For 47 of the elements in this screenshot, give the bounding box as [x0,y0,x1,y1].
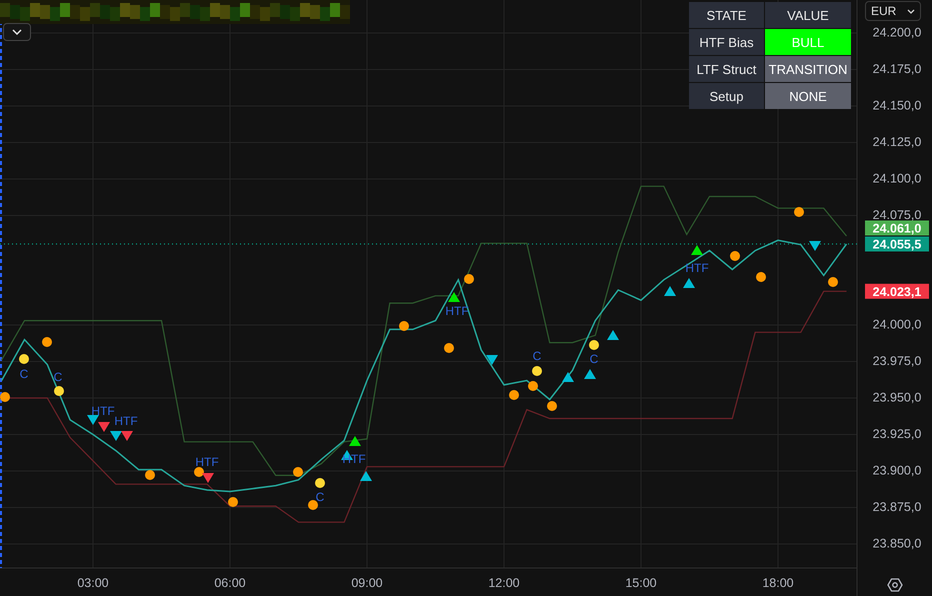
price-label: 24.125,0 [872,135,922,149]
marker-label: C [532,349,542,363]
time-label: 06:00 [214,576,246,590]
collapse-button[interactable] [3,23,31,41]
price-label: 24.100,0 [872,172,922,186]
chevron-icon [907,8,915,14]
time-label: 03:00 [77,576,109,590]
settings-icon[interactable] [887,577,903,593]
price-label: 24.000,0 [872,318,922,332]
table-cell: HTF Bias [689,29,764,55]
price-label: 23.950,0 [872,390,922,405]
chevron-icon [12,29,22,35]
value-cell: TRANSITION [765,56,851,82]
price-label: 23.850,0 [872,536,922,551]
marker-label: C [316,490,324,504]
price-label: 23.900,0 [872,464,922,478]
marker-label: HTF [342,452,366,466]
column-header: STATE [689,2,764,28]
price-tag: 24.061,0 [865,220,929,236]
marker-label: HTF [195,455,219,469]
time-label: 09:00 [351,576,383,590]
marker-label: HTF [114,414,138,428]
time-label: 18:00 [762,576,794,590]
marker-label: HTF [685,261,709,275]
value-cell: NONE [765,83,851,109]
price-label: 23.925,0 [872,427,922,442]
price-label: 24.150,0 [872,98,922,112]
price-tag: 24.055,5 [865,236,929,252]
marker-label: C [54,370,62,384]
marker-label: HTF [445,304,469,318]
time-label: 15:00 [625,576,657,590]
ref-line-label: 24.055,5 [872,237,922,252]
price-label: 23.875,0 [872,500,922,514]
price-label: 23.975,0 [872,354,922,368]
table-cell: LTF Struct [689,56,764,82]
price-label: 24.200,0 [872,26,922,40]
marker-label: C [20,367,28,381]
marker-label: C [590,352,598,366]
price-label: 24.075,0 [872,208,922,222]
price-tag: 24.023,1 [865,284,929,299]
time-label: 12:00 [488,576,520,590]
column-header: VALUE [765,2,851,28]
currency-dropdown[interactable]: EUR [865,1,921,21]
marker-label: HTF [91,404,115,418]
value-cell: BULL [765,29,851,55]
price-label: 24.175,0 [872,62,922,76]
table-cell: Setup [689,83,764,109]
